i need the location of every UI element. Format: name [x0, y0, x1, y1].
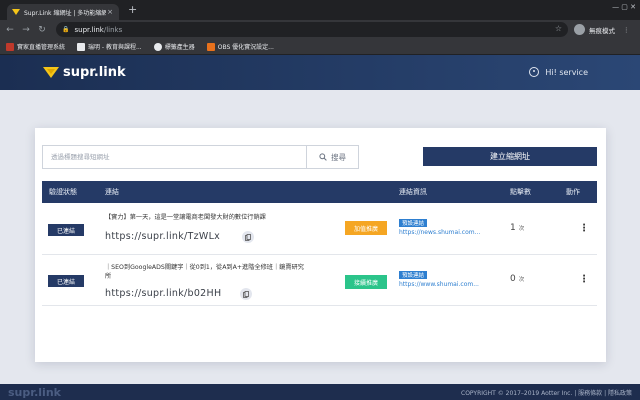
column-header-link: 連結: [105, 188, 119, 196]
page-footer: supr.link COPYRIGHT © 2017–2019 Aotter I…: [0, 384, 640, 400]
lock-icon: 🔒: [62, 26, 70, 33]
incognito-avatar-icon: [574, 24, 585, 35]
footer-brand: supr.link: [8, 386, 61, 399]
tab-title: Supr.Link 縮網址 | 多功能縮網址: [24, 9, 106, 17]
click-count: 0次: [510, 274, 524, 284]
search-input[interactable]: [43, 146, 306, 168]
bookmark-item[interactable]: 實家直播管理系統: [6, 42, 65, 51]
search-button-label: 搜尋: [331, 152, 346, 162]
reload-icon[interactable]: ↻: [36, 25, 48, 35]
click-count-value: 1: [510, 223, 516, 233]
destination-url[interactable]: https://www.shumai.com...: [399, 281, 495, 288]
table-row: 已連結 ｜SEO到GoogleADS關鍵字｜從0到1，從A到A+進階全修班｜鏡賣…: [42, 255, 597, 306]
click-count: 1次: [510, 223, 524, 233]
search-bar: 搜尋: [42, 145, 359, 169]
short-url[interactable]: https://supr.link/b02HH: [105, 288, 221, 299]
browser-toolbar: ← → ↻ 🔒 supr.link/links ☆ 無痕模式 ⋮: [0, 20, 640, 39]
bookmark-favicon-icon: [153, 42, 162, 51]
bookmark-label: 實家直播管理系統: [17, 44, 66, 51]
window-controls[interactable]: — ▢ ✕: [612, 3, 636, 11]
default-link-tag: 預設連結: [399, 219, 428, 227]
browser-menu-icon[interactable]: ⋮: [623, 26, 630, 34]
copy-icon[interactable]: [242, 231, 254, 243]
column-header-actions: 動作: [566, 188, 580, 196]
column-header-clicks: 點擊數: [510, 188, 531, 196]
column-header-link-info: 連結資訊: [399, 188, 427, 196]
copy-icon[interactable]: [240, 288, 252, 300]
bookmarks-bar: 實家直播管理系統 瑞明 - 教育與課程... 標籤產生器 OBS 優化實況設定.…: [0, 39, 640, 55]
promote-button[interactable]: 加值推廣: [345, 221, 387, 235]
status-badge: 已連結: [48, 224, 84, 236]
link-title: ｜SEO到GoogleADS關鍵字｜從0到1，從A到A+進階全修班｜鏡賣研究所: [105, 264, 304, 280]
forward-arrow-icon[interactable]: →: [20, 25, 32, 35]
user-greeting: Hi! service: [545, 67, 588, 77]
bookmark-item[interactable]: 標籤產生器: [153, 42, 195, 51]
brand-name: supr.link: [63, 65, 126, 80]
url-path: /links: [103, 25, 123, 34]
bookmark-label: OBS 優化實況設定...: [217, 44, 274, 51]
search-button[interactable]: 搜尋: [306, 146, 358, 168]
bookmark-item[interactable]: 瑞明 - 教育與課程...: [77, 42, 142, 51]
links-card: 搜尋 建立縮網址 驗證狀態 連結 連結資訊 點擊數 動作 已連結 【實力】第一天…: [35, 128, 606, 362]
new-tab-button[interactable]: +: [128, 4, 137, 16]
click-count-unit: 次: [518, 277, 525, 283]
bookmark-label: 瑞明 - 教育與課程...: [88, 44, 142, 51]
user-menu[interactable]: Hi! service: [529, 67, 588, 77]
supr-link-logo-icon: [43, 67, 59, 78]
browser-tabstrip: Supr.Link 縮網址 | 多功能縮網址 × + — ▢ ✕: [0, 0, 640, 20]
short-url[interactable]: https://supr.link/TzWLx: [105, 231, 220, 242]
more-actions-icon[interactable]: ⋮: [579, 224, 589, 234]
table-header: 驗證狀態 連結 連結資訊 點擊數 動作: [42, 181, 597, 203]
address-bar[interactable]: 🔒 supr.link/links ☆: [56, 22, 568, 37]
search-icon: [319, 153, 327, 161]
app-header: supr.link Hi! service: [0, 55, 640, 90]
default-link-tag: 預設連結: [399, 271, 428, 279]
brand-logo[interactable]: supr.link: [43, 65, 126, 80]
footer-copyright: COPYRIGHT © 2017–2019 Aotter Inc. | 服務條款…: [461, 390, 632, 397]
create-short-link-button[interactable]: 建立縮網址: [423, 147, 597, 166]
url-host: supr.link: [74, 25, 104, 34]
bookmark-star-icon[interactable]: ☆: [555, 24, 562, 33]
continue-promote-button[interactable]: 接續推廣: [345, 275, 387, 289]
profile-label: 無痕模式: [589, 26, 615, 35]
destination-url[interactable]: https://news.shumai.com...: [399, 229, 495, 236]
browser-tab[interactable]: Supr.Link 縮網址 | 多功能縮網址 ×: [7, 4, 119, 20]
incognito-profile[interactable]: 無痕模式 ⋮: [574, 22, 630, 37]
tab-close-icon[interactable]: ×: [106, 8, 114, 16]
bookmark-label: 標籤產生器: [164, 44, 195, 51]
click-count-unit: 次: [518, 226, 525, 232]
status-badge: 已連結: [48, 275, 84, 287]
supr-link-favicon-icon: [12, 8, 20, 16]
bookmark-item[interactable]: OBS 優化實況設定...: [206, 42, 274, 51]
more-actions-icon[interactable]: ⋮: [579, 275, 589, 285]
bookmark-favicon-icon: [6, 42, 14, 51]
user-icon: [529, 67, 540, 77]
bookmark-favicon-icon: [206, 42, 215, 51]
bookmark-favicon-icon: [77, 42, 86, 51]
table-row: 已連結 【實力】第一天，這是一堂讓電商老闆發大財的數位行銷課 https://s…: [42, 204, 597, 255]
link-title: 【實力】第一天，這是一堂讓電商老闆發大財的數位行銷課: [105, 214, 266, 221]
back-arrow-icon[interactable]: ←: [4, 25, 16, 35]
column-header-status: 驗證狀態: [49, 188, 77, 196]
click-count-value: 0: [510, 274, 516, 284]
